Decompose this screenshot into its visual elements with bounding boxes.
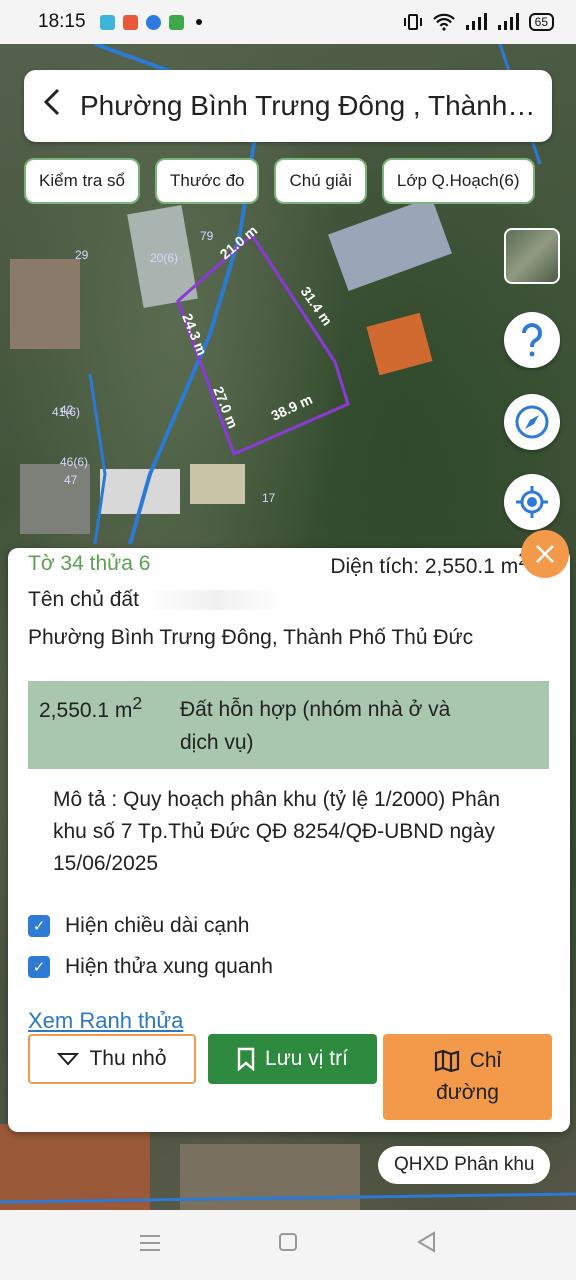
collapse-button[interactable]: Thu nhỏ — [28, 1034, 196, 1084]
more-notifications-icon — [195, 19, 202, 25]
edge-label-bottom: 38.9 m — [269, 391, 315, 424]
my-location-button[interactable] — [504, 474, 560, 530]
zoning-area-sup: 2 — [132, 693, 143, 713]
legend-chip[interactable]: Chú giải — [274, 158, 367, 204]
app-notification-icon — [168, 14, 184, 30]
area-text: Diện tích: 2,550.1 m — [330, 555, 519, 578]
show-edge-length-toggle[interactable]: ✓ Hiện chiều dài cạnh — [28, 914, 249, 938]
zoning-description: Đất hỗn hợp (nhóm nhà ở và dịch vụ) — [180, 698, 451, 754]
planning-layer-chip[interactable]: Lớp Q.Hoạch(6) — [381, 158, 535, 204]
notification-icons — [99, 14, 202, 30]
lot-number: Tờ 34 thửa 6 — [28, 552, 151, 575]
location-title-bar: Phường Bình Trưng Đông , Thành Phố Thủ Đ… — [24, 70, 552, 142]
recents-button[interactable] — [136, 1232, 164, 1258]
collapse-label: Thu nhỏ — [89, 1047, 167, 1070]
wifi-icon — [432, 13, 455, 31]
status-bar: 18:15 65 — [0, 0, 576, 44]
directions-button[interactable]: Chỉ đường — [383, 1034, 552, 1120]
system-nav-bar — [0, 1210, 576, 1280]
plan-description: Mô tả : Quy hoạch phân khu (tỷ lệ 1/2000… — [53, 788, 501, 875]
parcel-number: 46(6) — [60, 455, 88, 469]
chevron-down-icon — [57, 1053, 80, 1066]
back-button[interactable] — [24, 87, 80, 126]
show-neighbors-toggle[interactable]: ✓ Hiện thửa xung quanh — [28, 955, 273, 979]
signal-icon — [497, 13, 519, 30]
close-panel-button[interactable] — [521, 530, 569, 578]
check-certificate-chip[interactable]: Kiểm tra sổ — [24, 158, 140, 204]
parcel-number: 47 — [64, 473, 78, 487]
parcel-number: 79 — [200, 229, 214, 243]
road-line — [88, 373, 107, 545]
parcel-address: Phường Bình Trưng Đông, Thành Phố Thủ Đứ… — [28, 626, 474, 649]
directions-top-row: Chỉ — [434, 1045, 502, 1077]
status-time: 18:15 — [38, 11, 86, 32]
zoning-area-text: 2,550.1 m — [39, 699, 133, 722]
checkbox-label: Hiện thửa xung quanh — [65, 955, 273, 978]
bookmark-icon — [237, 1047, 255, 1071]
owner-label: Tên chủ đất — [28, 588, 139, 611]
help-button[interactable] — [504, 312, 560, 368]
edge-label-top: 21.0 m — [217, 222, 261, 262]
edge-label-left-lower: 27.0 m — [210, 384, 241, 430]
owner-name-redacted — [144, 590, 285, 611]
map-layer-button[interactable] — [504, 228, 560, 284]
app-notification-icon — [99, 14, 115, 30]
tool-chips: Kiểm tra sổ Thước đo Chú giải Lớp Q.Hoạc… — [24, 158, 535, 204]
signal-icon — [465, 13, 487, 30]
directions-label-1: Chỉ — [469, 1049, 502, 1072]
view-boundary-link[interactable]: Xem Ranh thửa — [28, 1008, 183, 1034]
system-indicators: 65 — [403, 13, 554, 31]
vibrate-icon — [403, 14, 422, 30]
close-icon — [536, 545, 554, 563]
checkbox-checked-icon[interactable]: ✓ — [28, 915, 50, 937]
planning-type-tag[interactable]: QHXD Phân khu — [378, 1146, 551, 1184]
help-icon — [522, 323, 542, 357]
directions-label-2: đường — [436, 1081, 499, 1104]
back-arrow-icon — [43, 88, 60, 115]
app-notification-icon — [145, 14, 161, 30]
home-button[interactable] — [274, 1232, 302, 1258]
back-nav-button[interactable] — [412, 1231, 440, 1259]
checkbox-checked-icon[interactable]: ✓ — [28, 956, 50, 978]
save-location-label: Lưu vị trí — [265, 1047, 348, 1070]
parcel-number: 17 — [262, 491, 276, 505]
save-location-button[interactable]: Lưu vị trí — [208, 1034, 377, 1084]
ruler-chip[interactable]: Thước đo — [154, 158, 260, 204]
area-value: Diện tích: 2,550.1 m2 — [330, 549, 528, 579]
parcel-number: 41(6) — [52, 405, 80, 419]
parcel-number: 20(6) — [150, 251, 178, 265]
compass-button[interactable] — [504, 394, 560, 450]
app-notification-icon — [122, 14, 138, 30]
menu-icon — [140, 1235, 160, 1251]
checkbox-label: Hiện chiều dài cạnh — [65, 914, 250, 937]
parcel-number: 29 — [75, 248, 89, 262]
location-title: Phường Bình Trưng Đông , Thành Phố Thủ Đ… — [80, 90, 540, 121]
road-line — [0, 1192, 576, 1204]
zoning-row: 2,550.1 m2 Đất hỗn hợp (nhóm nhà ở và dị… — [28, 681, 549, 769]
parcel-summary-row: Tờ 34 thửa 6 Diện tích: 2,550.1 m2 — [28, 548, 528, 580]
parcel-info-panel: Tờ 34 thửa 6 Diện tích: 2,550.1 m2 Tên c… — [8, 548, 570, 1132]
home-square-icon — [279, 1233, 297, 1251]
back-triangle-icon — [417, 1231, 435, 1253]
owner-row: Tên chủ đất — [28, 588, 285, 612]
compass-icon — [515, 405, 549, 439]
battery-icon: 65 — [528, 13, 554, 31]
locate-icon — [516, 486, 548, 518]
edge-label-left: 24.3 m — [179, 311, 210, 357]
map-icon — [434, 1049, 459, 1073]
zoning-area: 2,550.1 m2 — [28, 681, 180, 769]
edge-label-right: 31.4 m — [298, 284, 336, 329]
